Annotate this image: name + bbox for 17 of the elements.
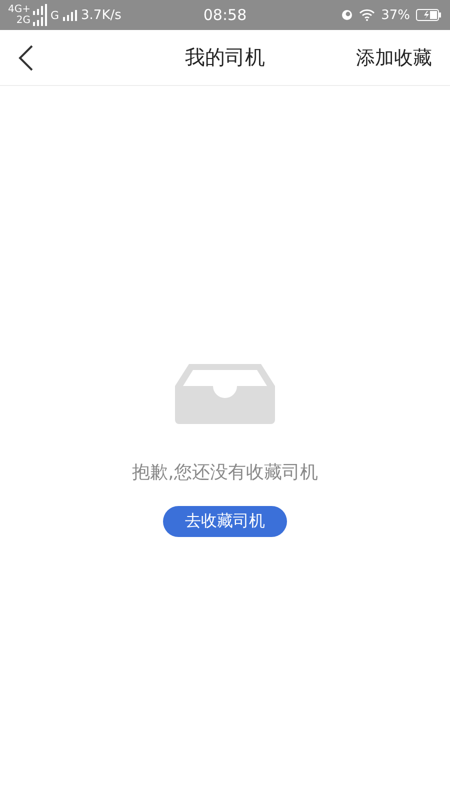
add-favorite-button[interactable]: 添加收藏 (356, 44, 432, 70)
status-time: 08:58 (203, 6, 247, 24)
go-favorite-button[interactable]: 去收藏司机 (163, 506, 287, 537)
battery-charging-icon (416, 9, 442, 21)
empty-tray-icon (175, 364, 275, 424)
back-icon[interactable] (18, 44, 34, 72)
signal-icon (32, 4, 46, 15)
page-title: 我的司机 (184, 44, 266, 71)
empty-message: 抱歉,您还没有收藏司机 (132, 461, 318, 484)
network-label: 4G+ (8, 4, 30, 15)
network-speed: 3.7K/s (81, 8, 122, 22)
network-label: G (50, 8, 60, 22)
wifi-icon (359, 9, 376, 21)
battery-percent: 37% (381, 8, 410, 22)
signal-icon (63, 10, 78, 20)
signal-icon (32, 15, 46, 26)
network-label: 2G (16, 15, 30, 26)
